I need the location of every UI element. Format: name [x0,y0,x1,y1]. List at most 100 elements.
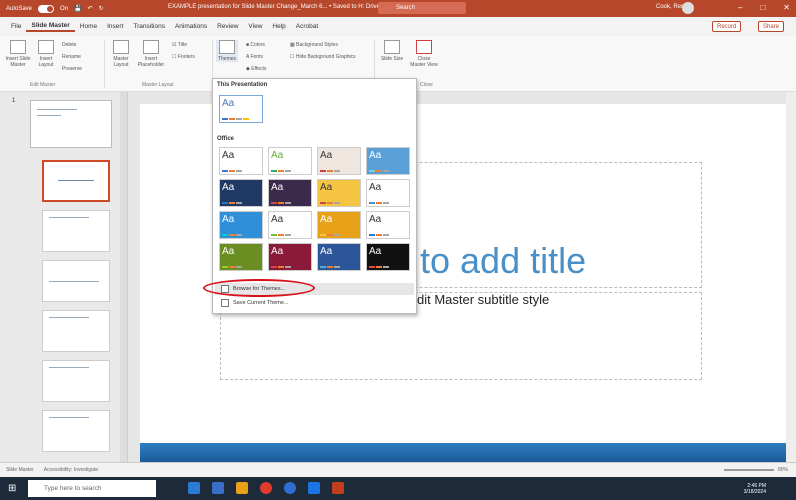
hide-background-graphics-label: Hide Background Graphics [295,54,356,60]
fonts-button[interactable]: A Fonts [246,54,263,60]
theme-thumbnail[interactable]: Aa [268,147,312,175]
rename-label: Rename [62,54,81,60]
effects-label: Effects [251,66,267,72]
theme-thumbnail[interactable]: Aa [268,179,312,207]
insert-slide-master-button[interactable]: Insert Slide Master [4,40,32,68]
master-layout-icon [113,40,129,54]
layout-thumbnail[interactable] [42,360,110,402]
theme-thumbnail[interactable]: Aa [317,211,361,239]
avatar[interactable] [682,2,694,14]
tab-home[interactable]: Home [75,23,102,30]
thumb-text-line [37,115,61,116]
master-thumbnail[interactable] [30,100,112,148]
effects-button[interactable]: ◆ Effects [246,66,266,72]
thumb-title-line [49,367,89,368]
theme-thumbnail[interactable]: Aa [219,243,263,271]
insert-layout-label: Insert Layout [38,56,54,68]
theme-current[interactable]: Aa [219,95,263,123]
save-current-theme-item[interactable]: Save Current Theme... [215,297,414,309]
slide-size-button[interactable]: Slide Size [380,40,404,62]
preserve-button[interactable]: Preserve [62,66,82,72]
theme-thumbnail[interactable]: Aa [366,147,410,175]
group-edit-master: Edit Master [30,82,56,88]
theme-thumbnail[interactable]: Aa [317,147,361,175]
close-master-view-icon [416,40,432,54]
layout-thumbnail[interactable] [42,160,110,202]
theme-thumbnail[interactable]: Aa [268,243,312,271]
tab-slide-master[interactable]: Slide Master [26,22,75,32]
maximize-icon[interactable]: □ [760,3,765,12]
clock-date: 3/18/2024 [743,489,766,495]
windows-start-icon[interactable]: ⊞ [8,483,16,494]
tab-view[interactable]: View [243,23,267,30]
ribbon-separator [104,40,105,88]
thumbnail-scrollbar[interactable] [120,92,127,462]
background-styles-button[interactable]: ▦ Background Styles [290,42,338,48]
accessibility-status[interactable]: Accessibility: Investigate [44,467,98,473]
slide-title-text[interactable]: to add title [420,240,586,282]
tab-insert[interactable]: Insert [102,23,128,30]
taskbar-search[interactable]: Type here to search [28,480,156,497]
chrome-icon[interactable] [260,482,272,494]
theme-thumbnail[interactable]: Aa [317,179,361,207]
zoom-slider[interactable] [723,469,774,471]
master-layout-button[interactable]: Master Layout [110,40,132,68]
title-checkbox[interactable]: ☑ Title [172,42,187,48]
preserve-label: Preserve [62,66,83,72]
clock[interactable]: 2:46 PM 3/18/2024 [744,483,766,495]
undo-icon[interactable]: ↶ [88,5,93,12]
hide-background-graphics-checkbox[interactable]: ☐ Hide Background Graphics [290,54,356,60]
zoom-level[interactable]: 80% [778,467,788,473]
theme-sample-glyph: Aa [320,182,333,193]
share-button[interactable]: Share [758,21,785,32]
mail-icon[interactable] [212,482,224,494]
theme-thumbnail[interactable]: Aa [219,147,263,175]
edge-icon[interactable] [188,482,200,494]
theme-thumbnail[interactable]: Aa [268,211,312,239]
save-icon[interactable]: 💾 [74,5,81,12]
thumb-title-line [49,217,89,218]
slide-number: 1 [12,98,16,104]
insert-placeholder-button[interactable]: Insert Placeholder [136,40,166,68]
rename-button[interactable]: Rename [62,54,81,60]
theme-thumbnail[interactable]: Aa [366,243,410,271]
record-button[interactable]: Record [712,21,742,32]
tab-animations[interactable]: Animations [170,23,212,30]
vertical-scrollbar[interactable] [786,92,796,462]
theme-thumbnail[interactable]: Aa [366,179,410,207]
file-explorer-icon[interactable] [236,482,248,494]
close-master-view-button[interactable]: Close Master View [410,40,438,68]
tab-review[interactable]: Review [212,23,243,30]
theme-thumbnail[interactable]: Aa [366,211,410,239]
minimize-icon[interactable]: – [738,3,742,12]
tab-file[interactable]: File [6,23,26,30]
section-this-presentation: This Presentation [217,82,268,88]
redo-icon[interactable]: ↻ [99,5,104,12]
layout-thumbnail[interactable] [42,410,110,452]
theme-thumbnail[interactable]: Aa [219,179,263,207]
footers-checkbox[interactable]: ☐ Footers [172,54,195,60]
layout-thumbnail[interactable] [42,310,110,352]
theme-thumbnail[interactable]: Aa [317,243,361,271]
layout-thumbnail[interactable] [42,260,110,302]
theme-sample-glyph: Aa [222,182,235,193]
teams-icon[interactable] [284,482,296,494]
layout-thumbnail[interactable] [42,210,110,252]
insert-layout-button[interactable]: Insert Layout [34,40,58,68]
slide-subtitle-text[interactable]: dit Master subtitle style [417,292,549,307]
theme-sample-glyph: Aa [222,150,235,161]
theme-sample-glyph: Aa [320,214,333,225]
theme-thumbnail[interactable]: Aa [219,211,263,239]
delete-button[interactable]: Delete [62,42,76,48]
colors-button[interactable]: ■ Colors [246,42,265,48]
powerpoint-icon[interactable] [332,482,344,494]
tab-transitions[interactable]: Transitions [128,23,170,30]
tab-help[interactable]: Help [267,23,290,30]
thumb-title-line [49,317,89,318]
close-icon[interactable]: ✕ [783,3,790,12]
search-box[interactable]: Search [378,2,466,14]
tab-acrobat[interactable]: Acrobat [291,23,323,30]
themes-button[interactable]: Themes [216,40,238,62]
outlook-icon[interactable] [308,482,320,494]
autosave-toggle[interactable] [38,4,55,13]
